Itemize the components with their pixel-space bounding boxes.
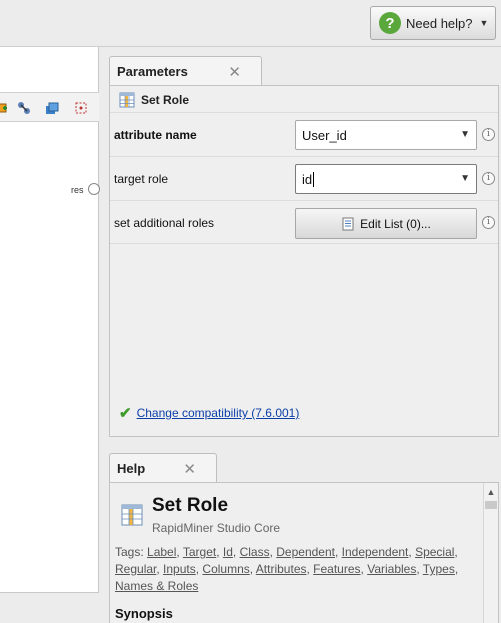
- tag-link[interactable]: Id: [223, 545, 233, 559]
- target-role-combobox[interactable]: id ▼: [295, 164, 477, 194]
- result-port[interactable]: [88, 183, 100, 195]
- parameters-panel: Set Role attribute name User_id ▼ i targ…: [109, 85, 499, 437]
- top-bar: ? Need help? ▼: [0, 0, 501, 47]
- help-panel: Set Role RapidMiner Studio Core Tags: La…: [109, 482, 499, 623]
- tag-link[interactable]: Label: [147, 545, 176, 559]
- help-scrollbar[interactable]: ▲: [483, 483, 498, 623]
- canvas-bottom-bar: [0, 592, 99, 623]
- tag-link[interactable]: Columns: [202, 562, 249, 576]
- help-title: Set Role: [152, 495, 229, 516]
- canvas-toolbar: [0, 92, 99, 122]
- tag-link[interactable]: Target: [183, 545, 216, 559]
- text-cursor: [313, 171, 315, 187]
- tag-link[interactable]: Inputs: [163, 562, 196, 576]
- additional-roles-label: set additional roles: [114, 216, 215, 230]
- edit-list-button[interactable]: Edit List (0)...: [295, 208, 477, 239]
- attribute-name-select[interactable]: User_id ▼: [295, 120, 477, 150]
- help-tags: Tags: Label, Target, Id, Class, Dependen…: [115, 545, 459, 593]
- question-icon: ?: [379, 12, 401, 34]
- tags-prefix: Tags:: [115, 545, 144, 559]
- target-role-value: id: [302, 171, 313, 187]
- tab-parameters-label: Parameters: [117, 64, 188, 79]
- param-row-additional-roles: set additional roles Edit List (0)... i: [110, 200, 498, 244]
- connect-icon[interactable]: [17, 101, 31, 115]
- tag-link[interactable]: Special: [415, 545, 454, 559]
- need-help-button[interactable]: ? Need help? ▼: [370, 6, 496, 40]
- close-icon[interactable]: ✕: [228, 63, 241, 81]
- tag-link[interactable]: Types: [423, 562, 455, 576]
- table-role-icon: [121, 504, 143, 526]
- tag-link[interactable]: Independent: [342, 545, 409, 559]
- help-subtitle: RapidMiner Studio Core: [152, 521, 281, 535]
- info-icon[interactable]: i: [482, 128, 495, 141]
- change-compatibility-link[interactable]: Change compatibility (7.6.001): [137, 406, 300, 420]
- scroll-thumb[interactable]: [485, 501, 497, 509]
- tag-link[interactable]: Names & Roles: [115, 579, 198, 593]
- select-icon[interactable]: [74, 101, 88, 115]
- compatibility-row: ✔ Change compatibility (7.6.001): [119, 404, 299, 422]
- layers-icon[interactable]: [45, 101, 59, 115]
- dropdown-arrow-icon[interactable]: ▼: [460, 129, 470, 140]
- param-row-attribute-name: attribute name User_id ▼ i: [110, 112, 498, 156]
- param-row-target-role: target role id ▼ i: [110, 156, 498, 200]
- target-role-label: target role: [114, 172, 169, 186]
- tab-parameters[interactable]: Parameters ✕: [109, 56, 262, 86]
- tag-link[interactable]: Features: [313, 562, 360, 576]
- tag-link[interactable]: Regular: [115, 562, 156, 576]
- tag-link[interactable]: Dependent: [276, 545, 335, 559]
- synopsis-heading: Synopsis: [115, 606, 173, 621]
- operator-name: Set Role: [141, 93, 190, 107]
- attribute-name-label: attribute name: [114, 128, 197, 142]
- tag-link[interactable]: Class: [240, 545, 270, 559]
- tab-help[interactable]: Help ✕: [109, 453, 217, 483]
- scroll-up-icon[interactable]: ▲: [484, 485, 498, 499]
- tag-link[interactable]: Variables: [367, 562, 416, 576]
- chevron-down-icon: ▼: [479, 18, 489, 28]
- tab-help-label: Help: [117, 461, 146, 476]
- tag-link[interactable]: Attributes: [256, 562, 307, 576]
- edit-list-label: Edit List (0)...: [360, 216, 431, 231]
- operator-header: Set Role: [110, 88, 498, 112]
- attribute-name-value: User_id: [302, 127, 347, 143]
- add-icon[interactable]: [0, 101, 8, 115]
- need-help-label: Need help?: [406, 15, 473, 31]
- dropdown-arrow-icon[interactable]: ▼: [460, 173, 470, 184]
- list-edit-icon: [342, 217, 354, 230]
- checkmark-icon: ✔: [119, 405, 132, 422]
- process-canvas[interactable]: res: [0, 47, 100, 623]
- table-role-icon: [119, 92, 135, 108]
- close-icon[interactable]: ✕: [183, 460, 196, 478]
- info-icon[interactable]: i: [482, 216, 495, 229]
- info-icon[interactable]: i: [482, 172, 495, 185]
- port-label: res: [71, 185, 84, 195]
